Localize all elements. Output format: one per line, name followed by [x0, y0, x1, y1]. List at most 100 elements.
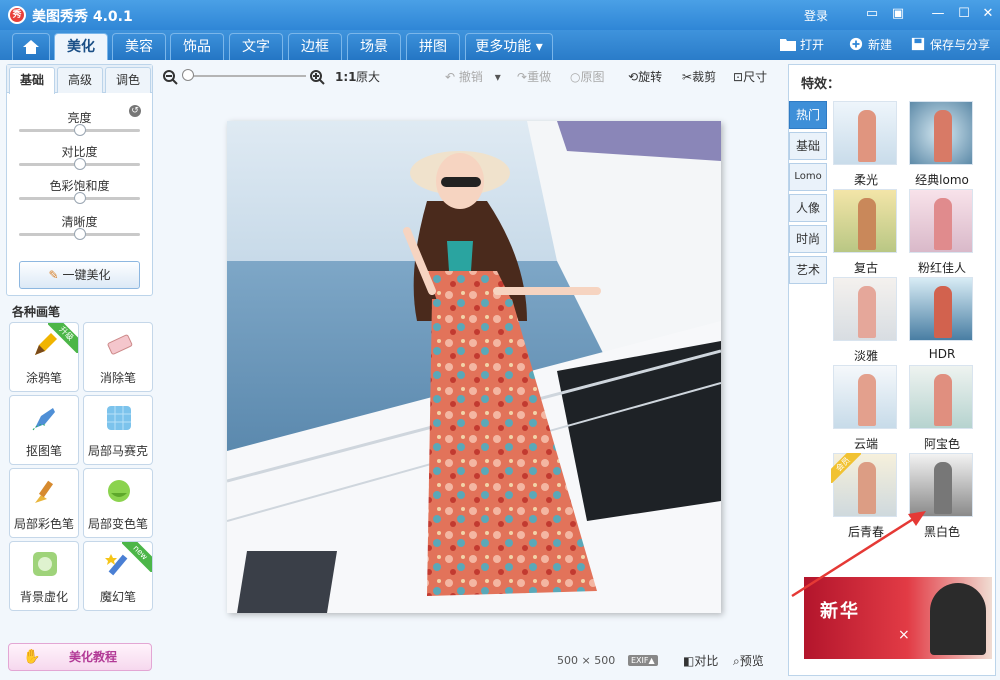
rotate-button[interactable]: ⟲旋转 — [628, 69, 662, 87]
effect-elegant[interactable]: 淡雅 — [833, 277, 899, 363]
image-height: 500 — [594, 654, 616, 667]
actual-size-button[interactable]: 原大 — [356, 69, 380, 87]
category-lomo[interactable]: Lomo — [789, 163, 827, 191]
resize-button[interactable]: ⊡尺寸 — [733, 69, 767, 87]
category-hot[interactable]: 热门 — [789, 101, 827, 129]
contrast-knob[interactable] — [73, 158, 86, 170]
category-art[interactable]: 艺术 — [789, 256, 827, 284]
effect-thumbnail — [833, 189, 897, 253]
ad-banner[interactable]: 新华 × — [804, 577, 992, 659]
upgrade-badge: 升级 — [48, 323, 78, 353]
resize-icon: ⊡ — [733, 70, 744, 84]
tab-text[interactable]: 文字 — [229, 33, 283, 60]
effect-youth[interactable]: 会员 后青春 — [831, 453, 899, 539]
tab-accessories[interactable]: 饰品 — [170, 33, 224, 60]
home-tab[interactable] — [12, 33, 50, 60]
zoom-slider[interactable] — [190, 75, 306, 77]
login-link[interactable]: 登录 — [804, 7, 828, 24]
effect-vintage[interactable]: 复古 — [833, 189, 899, 275]
effect-thumbnail — [909, 365, 973, 429]
sharpness-knob[interactable] — [73, 228, 86, 240]
crop-button[interactable]: ✂裁剪 — [682, 69, 716, 87]
effect-abao[interactable]: 阿宝色 — [909, 365, 975, 451]
brush-label: 局部变色笔 — [87, 517, 148, 531]
new-button[interactable]: 新建 — [848, 35, 892, 55]
one-click-beautify-button[interactable]: ✎ 一键美化 — [19, 261, 140, 289]
tab-frames[interactable]: 边框 — [288, 33, 342, 60]
effect-pink-lady[interactable]: 粉红佳人 — [909, 189, 975, 275]
open-button[interactable]: 打开 — [780, 35, 824, 55]
new-label: 新建 — [868, 38, 893, 52]
effect-thumbnail — [833, 365, 897, 429]
minimize-icon[interactable]: — — [928, 5, 948, 23]
compare-label: 对比 — [694, 654, 719, 668]
blur-icon — [33, 552, 57, 576]
title-bar: 秀 美图秀秀 4.0.1 登录 ▭ ▣ — ☐ ✕ — [0, 0, 1000, 30]
brush-mosaic[interactable]: 局部马赛克 — [83, 395, 153, 465]
tutorial-button[interactable]: ✋ 美化教程 — [8, 643, 152, 671]
tab-collage[interactable]: 拼图 — [406, 33, 460, 60]
ad-close-button[interactable]: × — [898, 627, 910, 643]
zoom-out-icon[interactable] — [163, 70, 178, 85]
tab-more[interactable]: 更多功能 ▾ — [465, 33, 553, 60]
photo-canvas[interactable] — [227, 121, 721, 613]
category-portrait[interactable]: 人像 — [789, 194, 827, 222]
brightness-knob[interactable] — [73, 124, 86, 136]
rotate-label: 旋转 — [638, 70, 663, 84]
subtab-color[interactable]: 调色 — [105, 67, 151, 93]
effect-label: 后青春 — [847, 525, 884, 539]
scissors-icon: ✂ — [682, 70, 693, 84]
zoom-slider-knob[interactable] — [182, 69, 194, 81]
feedback-icon[interactable]: ▭ — [862, 5, 882, 23]
compare-icon: ◧ — [683, 654, 695, 668]
tab-beautify[interactable]: 美化 — [54, 33, 108, 60]
brush-color[interactable]: 局部彩色笔 — [9, 468, 79, 538]
image-width: 500 — [557, 654, 578, 667]
app-logo-icon: 秀 — [8, 6, 26, 24]
maximize-icon[interactable]: ☐ — [954, 5, 974, 23]
actual-size-ratio[interactable]: 1:1 — [335, 69, 357, 87]
magic-wand-icon: ✎ — [48, 268, 59, 282]
preview-button[interactable]: ⌕预览 — [733, 652, 764, 669]
effects-title: 特效： — [801, 77, 841, 92]
brush-label: 局部彩色笔 — [13, 517, 74, 531]
subtab-advanced[interactable]: 高级 — [57, 67, 103, 93]
effect-classic-lomo[interactable]: 经典lomo — [909, 101, 975, 187]
chevron-down-icon[interactable]: ▾ — [495, 70, 501, 84]
brush-magic[interactable]: new 魔幻笔 — [83, 541, 153, 611]
brush-doodle[interactable]: 升级 涂鸦笔 — [9, 322, 79, 392]
hand-icon: ✋ — [23, 649, 41, 665]
tab-beauty[interactable]: 美容 — [112, 33, 166, 60]
zoom-in-icon[interactable] — [310, 70, 325, 85]
resize-label: 尺寸 — [743, 70, 768, 84]
redo-button[interactable]: ↷重做 — [517, 69, 551, 87]
app-title: 美图秀秀 4.0.1 — [32, 9, 133, 25]
save-share-button[interactable]: 保存与分享 — [910, 35, 990, 55]
effect-thumbnail — [909, 453, 973, 517]
original-image-button[interactable]: ○原图 — [570, 69, 605, 87]
category-basic[interactable]: 基础 — [789, 132, 827, 160]
brush-cutout[interactable]: 抠图笔 — [9, 395, 79, 465]
tab-scenes[interactable]: 场景 — [347, 33, 401, 60]
adjust-subtabs: 基础 高级 调色 — [7, 65, 152, 94]
brush-recolor[interactable]: 局部变色笔 — [83, 468, 153, 538]
subtab-basic[interactable]: 基础 — [9, 67, 55, 94]
category-fashion[interactable]: 时尚 — [789, 225, 827, 253]
exif-button[interactable]: EXIF▲ — [628, 655, 658, 666]
effect-cloud[interactable]: 云端 — [833, 365, 899, 451]
saturation-knob[interactable] — [73, 192, 86, 204]
close-icon[interactable]: ✕ — [978, 5, 998, 23]
preview-label: 预览 — [739, 654, 764, 668]
effect-soft-light[interactable]: 柔光 — [833, 101, 899, 187]
brush-blur[interactable]: 背景虚化 — [9, 541, 79, 611]
brush-eraser[interactable]: 消除笔 — [83, 322, 153, 392]
brush-label: 背景虚化 — [19, 590, 68, 604]
effect-black-white[interactable]: 黑白色 — [909, 453, 975, 539]
redo-label: 重做 — [527, 70, 552, 84]
compare-button[interactable]: ◧对比 — [683, 652, 718, 669]
skin-icon[interactable]: ▣ — [888, 5, 908, 23]
upgrade-badge-text: 升级 — [48, 323, 78, 353]
brush-label: 局部马赛克 — [87, 444, 148, 458]
effect-hdr[interactable]: HDR — [909, 277, 975, 361]
undo-button[interactable]: ↶ 撤销 ▾ — [445, 69, 501, 87]
